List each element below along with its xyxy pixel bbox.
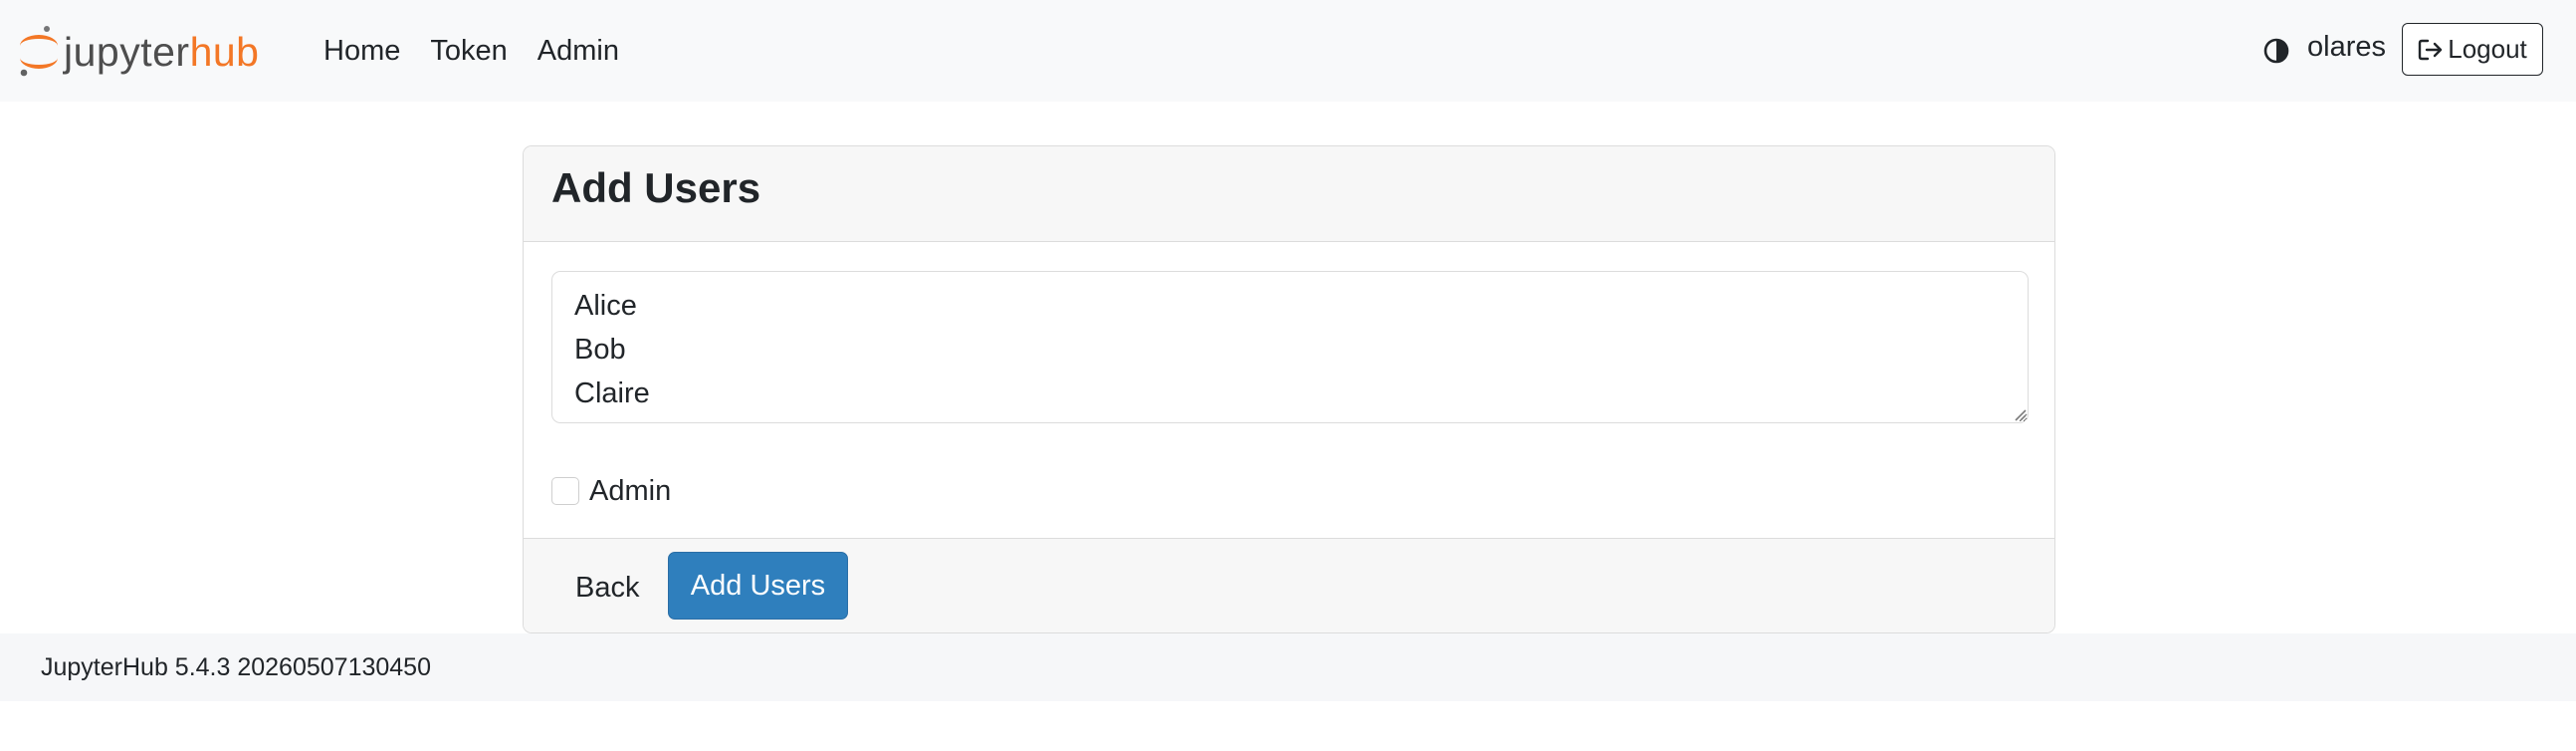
nav-links: Home Token Admin [323,0,649,102]
logo-text-hub: hub [189,28,260,75]
admin-checkbox[interactable] [551,477,579,505]
nav-link-admin[interactable]: Admin [537,35,619,68]
usernames-textarea[interactable] [551,271,2029,423]
admin-checkbox-row[interactable]: Admin [551,473,671,509]
card-header: Add Users [524,146,2054,242]
nav-link-token[interactable]: Token [430,35,507,68]
version-text: JupyterHub 5.4.3 20260507130450 [41,653,431,681]
username-label: olares [2307,31,2386,63]
logo-text-jupyter: jupyter [64,28,190,75]
sign-out-icon [2419,39,2443,60]
page-footer: JupyterHub 5.4.3 20260507130450 [0,633,2576,701]
logout-button[interactable]: Logout [2402,23,2543,76]
jupyterhub-logo[interactable]: jupyterhub [18,24,259,80]
theme-toggle-icon[interactable] [2263,38,2289,64]
card-footer: Back Add Users [524,538,2054,632]
logo-text: jupyterhub [64,28,260,75]
add-users-card: Add Users Admin Back Add Users [523,145,2055,633]
add-users-button[interactable]: Add Users [668,552,848,620]
nav-link-home[interactable]: Home [323,35,400,68]
back-button[interactable]: Back [575,572,639,605]
logout-label: Logout [2448,34,2527,64]
resize-grip-icon[interactable] [2013,407,2027,421]
top-navbar: jupyterhub Home Token Admin olares Logou… [0,0,2576,102]
page-title: Add Users [551,164,761,211]
admin-checkbox-label: Admin [589,474,672,507]
jupyter-logo-mark-icon [18,24,62,80]
